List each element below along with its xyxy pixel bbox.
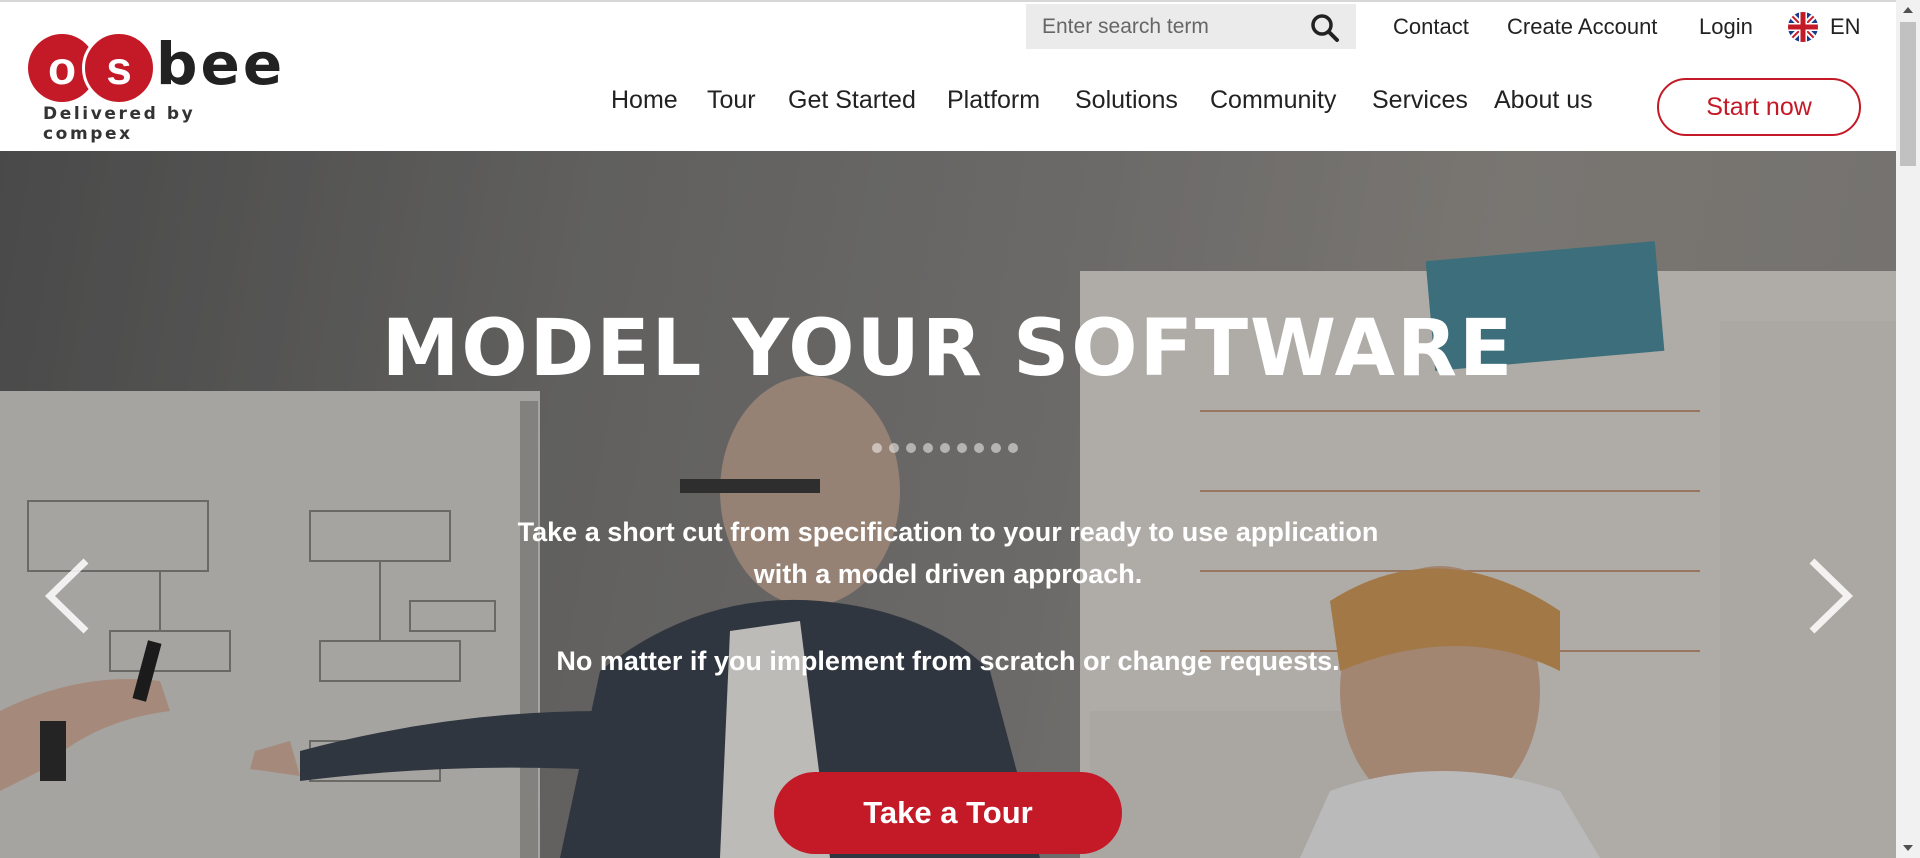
slider-dot[interactable] xyxy=(940,443,950,453)
slider-dot[interactable] xyxy=(1008,443,1018,453)
language-code: EN xyxy=(1830,14,1861,39)
search-box xyxy=(1026,4,1356,49)
nav-platform[interactable]: Platform xyxy=(947,86,1040,115)
nav-services[interactable]: Services xyxy=(1372,86,1468,115)
hero-description-line1: Take a short cut from specification to y… xyxy=(517,517,1379,547)
page-scrollbar[interactable] xyxy=(1896,0,1920,858)
logo-tagline: Delivered by compex xyxy=(43,104,196,144)
scrollbar-thumb[interactable] xyxy=(1900,22,1916,166)
slider-dot[interactable] xyxy=(957,443,967,453)
nav-tour[interactable]: Tour xyxy=(707,86,756,115)
slider-dot[interactable] xyxy=(906,443,916,453)
search-icon[interactable] xyxy=(1310,13,1340,43)
contact-link[interactable]: Contact xyxy=(1393,14,1469,40)
slider-dot[interactable] xyxy=(923,443,933,453)
login-link[interactable]: Login xyxy=(1699,14,1753,40)
osbee-logo[interactable]: o s bee Delivered by compex xyxy=(28,30,288,144)
logo-letter-s: s xyxy=(82,31,156,105)
uk-flag-icon xyxy=(1788,12,1818,42)
logo-wordmark: bee xyxy=(156,30,286,98)
slider-dot[interactable] xyxy=(974,443,984,453)
hero-description-line2: with a model driven approach. xyxy=(753,559,1143,589)
nav-about-us[interactable]: About us xyxy=(1494,86,1593,115)
slider-dots xyxy=(872,443,1018,453)
nav-community[interactable]: Community xyxy=(1210,86,1336,115)
scroll-down-arrow-icon[interactable] xyxy=(1896,838,1920,858)
create-account-link[interactable]: Create Account xyxy=(1507,14,1657,40)
nav-get-started[interactable]: Get Started xyxy=(788,86,916,115)
nav-home[interactable]: Home xyxy=(611,86,678,115)
slider-dot[interactable] xyxy=(991,443,1001,453)
start-now-button[interactable]: Start now xyxy=(1657,78,1861,136)
slider-dot[interactable] xyxy=(872,443,882,453)
take-a-tour-button[interactable]: Take a Tour xyxy=(774,772,1122,854)
search-input[interactable] xyxy=(1026,4,1328,49)
scroll-up-arrow-icon[interactable] xyxy=(1896,0,1920,20)
slider-dot[interactable] xyxy=(889,443,899,453)
hero-slider: MODEL YOUR SOFTWARE Take a short cut fro… xyxy=(0,151,1896,858)
language-selector[interactable]: EN xyxy=(1788,12,1861,42)
nav-solutions[interactable]: Solutions xyxy=(1075,86,1178,115)
hero-title: MODEL YOUR SOFTWARE xyxy=(381,304,1515,394)
chevron-left-icon[interactable] xyxy=(38,551,98,641)
hero-description-line3: No matter if you implement from scratch … xyxy=(556,646,1340,676)
chevron-right-icon[interactable] xyxy=(1800,551,1860,641)
hero-overlay xyxy=(0,151,1896,858)
site-header: o s bee Delivered by compex Contact Crea… xyxy=(0,2,1896,151)
